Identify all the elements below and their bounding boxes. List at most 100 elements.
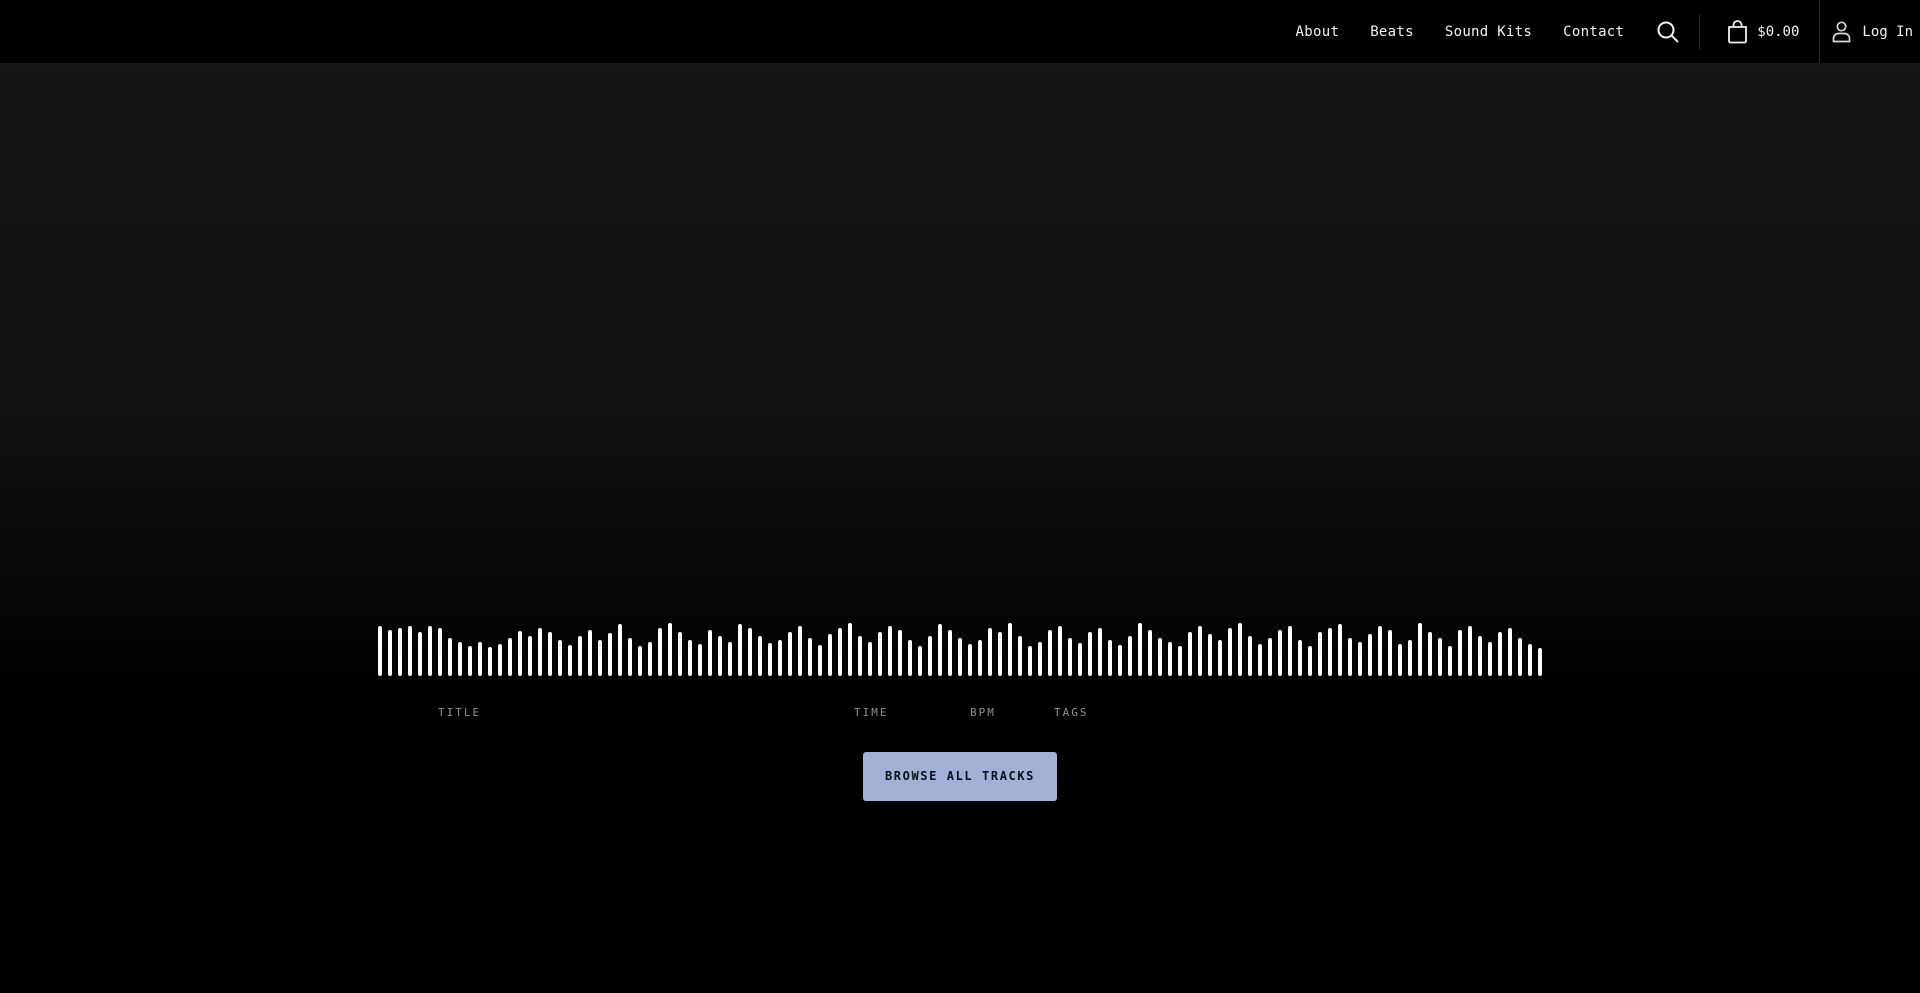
cart-button[interactable]: $0.00 — [1726, 19, 1799, 45]
waveform-bar — [938, 624, 942, 676]
waveform-bar — [1158, 638, 1162, 676]
waveform-bar — [828, 634, 832, 676]
waveform-bar — [1528, 644, 1532, 676]
nav-link-contact[interactable]: Contact — [1563, 24, 1624, 40]
waveform-bar — [1118, 645, 1122, 676]
nav-link-beats[interactable]: Beats — [1370, 24, 1414, 40]
waveform-bar — [748, 628, 752, 676]
waveform-bar — [948, 630, 952, 676]
waveform-bar — [718, 636, 722, 676]
waveform-bar — [1358, 642, 1362, 676]
waveform-bar — [598, 640, 602, 676]
waveform-bar — [918, 646, 922, 676]
waveform-bar — [1168, 642, 1172, 676]
waveform-bar — [618, 624, 622, 676]
waveform-bar — [638, 646, 642, 676]
user-icon — [1831, 20, 1852, 43]
waveform-bar — [728, 642, 732, 676]
waveform-bar — [1498, 632, 1502, 676]
column-header-time: TIME — [854, 706, 889, 719]
waveform-bar — [1368, 634, 1372, 676]
column-header-tags: TAGS — [1054, 706, 1089, 719]
waveform-bar — [798, 626, 802, 676]
waveform-bar — [1228, 628, 1232, 676]
waveform-bar — [528, 636, 532, 676]
waveform-bar — [468, 646, 472, 676]
waveform-bar — [738, 624, 742, 676]
waveform-bar — [1308, 646, 1312, 676]
column-header-title: TITLE — [438, 706, 481, 719]
waveform-bar — [698, 644, 702, 676]
waveform-bar — [1198, 626, 1202, 676]
login-button[interactable]: Log In — [1831, 20, 1913, 43]
waveform-bar — [668, 623, 672, 676]
nav-link-about[interactable]: About — [1296, 24, 1340, 40]
waveform-bar — [1278, 630, 1282, 676]
waveform-bar — [448, 638, 452, 676]
waveform-bar — [1008, 623, 1012, 676]
waveform-bar — [1448, 646, 1452, 676]
waveform-bar — [1018, 636, 1022, 676]
waveform-bar — [1338, 624, 1342, 676]
cart-total: $0.00 — [1757, 24, 1799, 40]
waveform-bar — [998, 632, 1002, 676]
waveform-bar — [628, 638, 632, 676]
waveform-bar — [878, 632, 882, 676]
waveform-bar — [538, 628, 542, 676]
waveform-bar — [858, 636, 862, 676]
waveform-bar — [588, 630, 592, 676]
waveform[interactable] — [378, 623, 1542, 676]
browse-all-tracks-button[interactable]: BROWSE ALL TRACKS — [863, 752, 1057, 801]
waveform-bar — [558, 640, 562, 676]
waveform-bar — [708, 630, 712, 676]
waveform-bar — [808, 638, 812, 676]
waveform-bar — [1108, 640, 1112, 676]
waveform-bar — [1238, 623, 1242, 676]
waveform-bar — [378, 626, 382, 676]
waveform-bar — [1288, 626, 1292, 676]
waveform-bar — [1458, 630, 1462, 676]
waveform-bar — [788, 632, 792, 676]
waveform-bar — [1388, 630, 1392, 676]
waveform-bar — [428, 626, 432, 676]
waveform-bar — [578, 636, 582, 676]
waveform-bar — [928, 636, 932, 676]
waveform-bar — [1128, 636, 1132, 676]
waveform-bar — [658, 628, 662, 676]
waveform-bar — [1538, 648, 1542, 676]
waveform-bar — [388, 630, 392, 676]
waveform-bar — [1038, 642, 1042, 676]
waveform-bar — [438, 628, 442, 676]
waveform-bar — [838, 628, 842, 676]
waveform-bar — [868, 642, 872, 676]
waveform-bar — [1428, 632, 1432, 676]
waveform-bar — [1098, 628, 1102, 676]
waveform-bar — [988, 628, 992, 676]
waveform-bar — [1408, 640, 1412, 676]
waveform-bar — [1478, 636, 1482, 676]
waveform-bar — [1328, 628, 1332, 676]
waveform-bar — [418, 632, 422, 676]
login-label: Log In — [1862, 24, 1913, 40]
waveform-bar — [398, 628, 402, 676]
waveform-bar — [1028, 646, 1032, 676]
waveform-bar — [508, 638, 512, 676]
waveform-bar — [1318, 632, 1322, 676]
search-icon[interactable] — [1655, 19, 1681, 45]
waveform-bar — [458, 642, 462, 676]
waveform-bar — [1178, 646, 1182, 676]
hero-section: TITLE TIME BPM TAGS BROWSE ALL TRACKS — [0, 63, 1920, 993]
waveform-bar — [1188, 632, 1192, 676]
waveform-bar — [648, 642, 652, 676]
waveform-bar — [758, 636, 762, 676]
waveform-bar — [1518, 638, 1522, 676]
waveform-bar — [1208, 634, 1212, 676]
waveform-bar — [1418, 623, 1422, 676]
nav-link-sound-kits[interactable]: Sound Kits — [1445, 24, 1532, 40]
waveform-bar — [778, 640, 782, 676]
shopping-bag-icon — [1726, 19, 1749, 45]
waveform-bar — [818, 645, 822, 676]
waveform-bar — [1088, 632, 1092, 676]
waveform-bar — [1348, 638, 1352, 676]
nav-divider — [1819, 0, 1820, 63]
